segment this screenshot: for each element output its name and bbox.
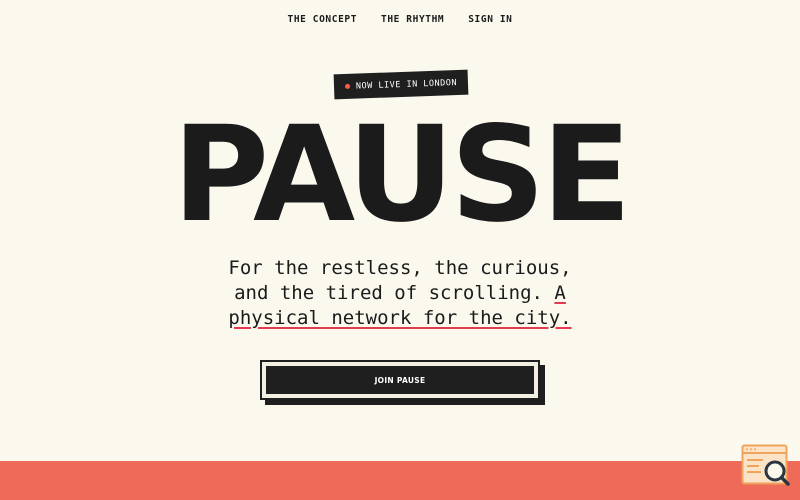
subtitle-line-1: For the restless, the curious, — [228, 257, 572, 279]
live-badge-label: NOW LIVE IN LONDON — [355, 77, 458, 92]
landing-page: THE CONCEPT THE RHYTHM SIGN IN NOW LIVE … — [0, 0, 800, 500]
nav-link-the-concept[interactable]: THE CONCEPT — [286, 14, 360, 25]
footer-band — [0, 461, 800, 500]
hero-subtitle: For the restless, the curious, and the t… — [0, 256, 800, 331]
search-window-icon[interactable] — [741, 444, 791, 490]
subtitle-line-3: physical network for the city. — [228, 307, 572, 329]
page-title: PAUSE — [172, 98, 631, 252]
subtitle-highlight-a: A — [554, 282, 566, 304]
live-badge: NOW LIVE IN LONDON — [333, 69, 469, 100]
live-dot-icon — [344, 83, 351, 89]
nav-link-sign-in[interactable]: SIGN IN — [466, 14, 514, 25]
subtitle-line-2: and the tired of scrolling. — [234, 282, 543, 304]
nav-link-the-rhythm[interactable]: THE RHYTHM — [379, 14, 446, 25]
cta-container: JOIN PAUSE — [260, 360, 545, 405]
top-nav: THE CONCEPT THE RHYTHM SIGN IN — [0, 14, 800, 25]
search-window-icon-graphic — [741, 444, 790, 486]
join-pause-button[interactable]: JOIN PAUSE — [266, 366, 534, 394]
